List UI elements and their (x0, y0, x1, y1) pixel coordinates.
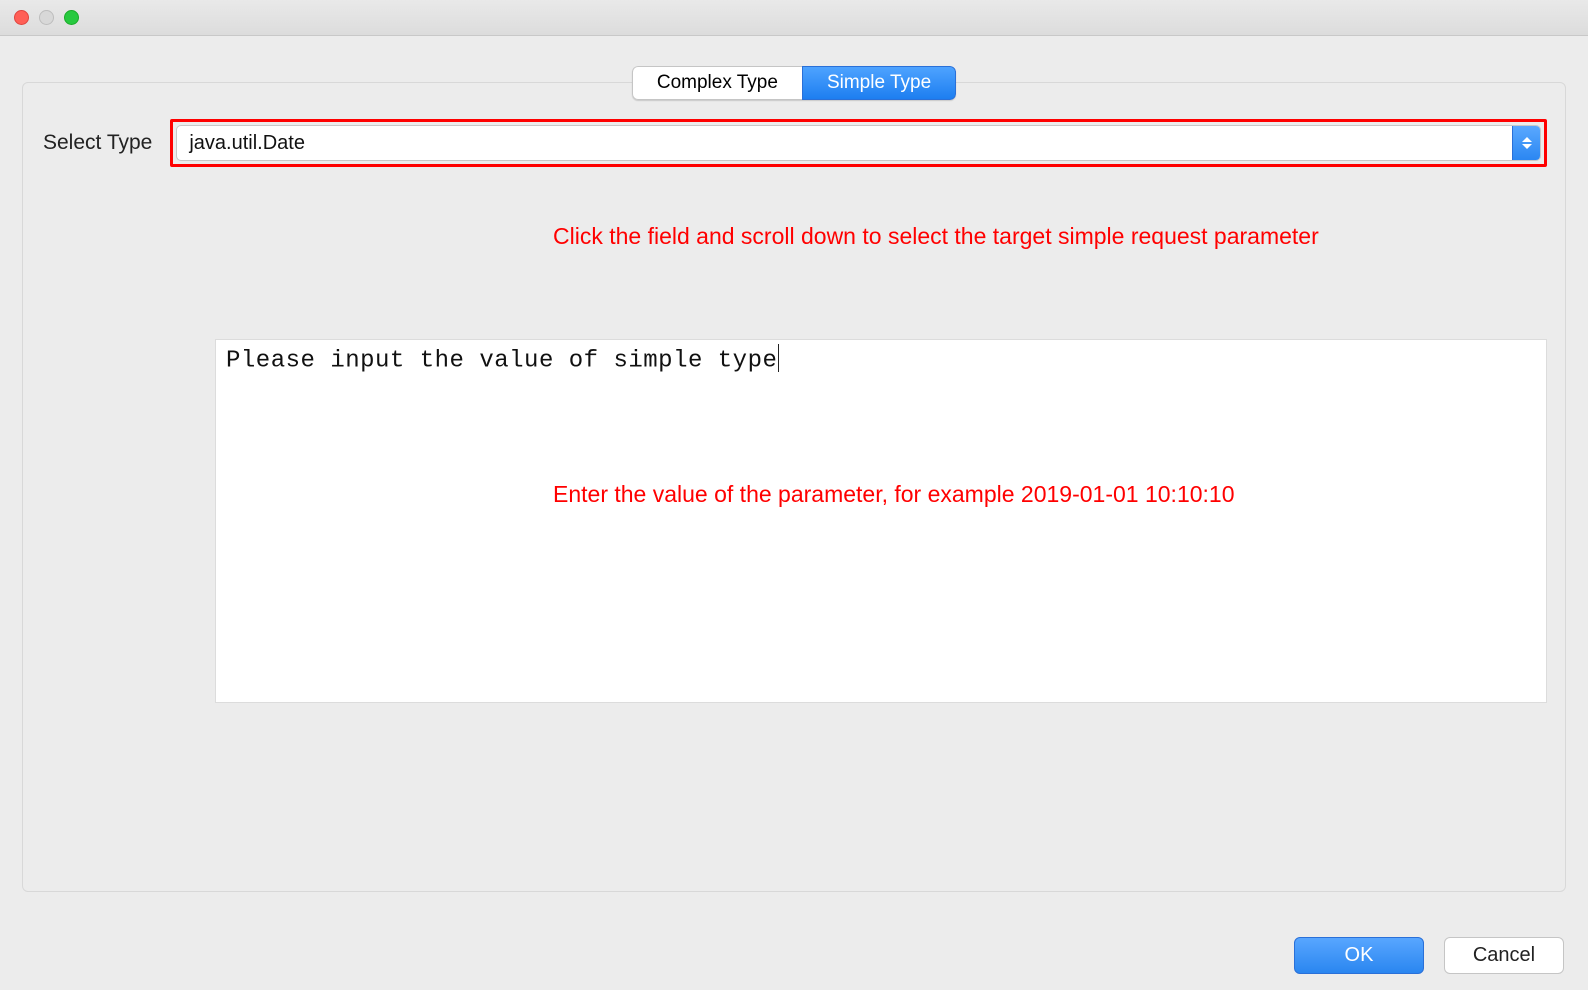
traffic-lights (14, 10, 79, 25)
content-wrapper: Complex Type Simple Type Select Type jav… (0, 36, 1588, 892)
select-type-row: Select Type java.util.Date (41, 119, 1547, 167)
cancel-button[interactable]: Cancel (1444, 937, 1564, 974)
annotation-value-hint: Enter the value of the parameter, for ex… (553, 481, 1235, 508)
select-type-value: java.util.Date (177, 132, 1512, 155)
tab-segment: Complex Type Simple Type (632, 66, 956, 100)
select-type-label: Select Type (41, 131, 152, 155)
dropdown-arrows-icon (1512, 126, 1540, 160)
value-input-placeholder: Please input the value of simple type (216, 340, 1546, 380)
tab-bar: Complex Type Simple Type (22, 66, 1566, 100)
value-input-area[interactable]: Please input the value of simple type (215, 339, 1547, 703)
tab-complex-type[interactable]: Complex Type (632, 66, 802, 100)
chevron-up-icon (1522, 137, 1532, 142)
tab-simple-type[interactable]: Simple Type (802, 66, 956, 100)
minimize-button[interactable] (39, 10, 54, 25)
ok-button[interactable]: OK (1294, 937, 1424, 974)
dialog-buttons: OK Cancel (1294, 937, 1564, 974)
close-button[interactable] (14, 10, 29, 25)
select-type-dropdown[interactable]: java.util.Date (176, 125, 1541, 161)
select-type-highlight: java.util.Date (170, 119, 1547, 167)
main-panel: Select Type java.util.Date Click the fie… (22, 82, 1566, 892)
annotation-select-hint: Click the field and scroll down to selec… (553, 223, 1535, 250)
chevron-down-icon (1522, 144, 1532, 149)
maximize-button[interactable] (64, 10, 79, 25)
placeholder-text: Please input the value of simple type (226, 347, 777, 374)
text-cursor-icon (778, 344, 779, 372)
titlebar (0, 0, 1588, 36)
